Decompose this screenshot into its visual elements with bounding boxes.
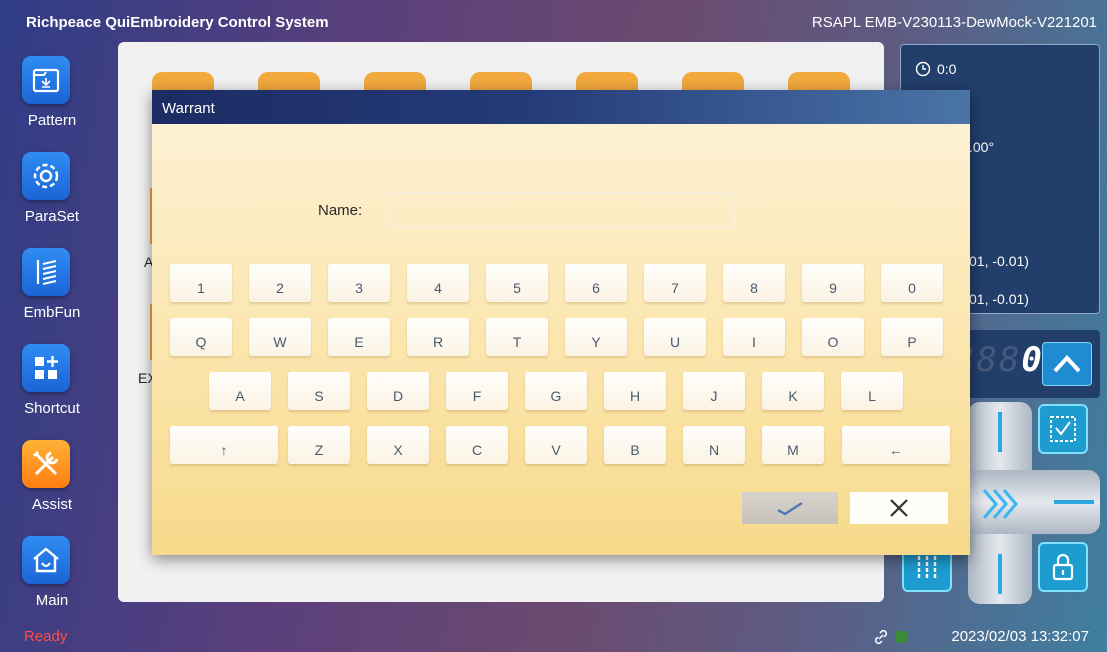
key-s[interactable]: S bbox=[288, 372, 350, 410]
coordinate-value: 01, -0.01) bbox=[969, 253, 1029, 269]
key-i[interactable]: I bbox=[723, 318, 785, 356]
jog-up-button[interactable] bbox=[998, 412, 1002, 452]
key-f[interactable]: F bbox=[446, 372, 508, 410]
key-l[interactable]: L bbox=[841, 372, 903, 410]
fast-forward-icon[interactable] bbox=[980, 484, 1020, 532]
status-bar: Ready 2023/02/03 13:32:07 bbox=[0, 620, 1107, 652]
warrant-dialog: Warrant Name: 1234567890 QWERTYUIOP ASDFGH… bbox=[152, 90, 970, 555]
sidebar-item-embfun[interactable]: EmbFun bbox=[16, 240, 88, 330]
key-backspace[interactable]: ← bbox=[842, 426, 950, 464]
angle-value: .00° bbox=[969, 139, 995, 155]
sidebar-item-label: Assist bbox=[31, 496, 72, 513]
home-icon bbox=[22, 536, 70, 584]
key-x[interactable]: X bbox=[367, 426, 429, 464]
key-8[interactable]: 8 bbox=[723, 264, 785, 302]
dialog-title: Warrant bbox=[152, 90, 970, 124]
key-9[interactable]: 9 bbox=[802, 264, 864, 302]
lock-button[interactable] bbox=[1038, 542, 1088, 592]
sidebar-item-main[interactable]: Main bbox=[16, 528, 88, 618]
timer-value: 0:0 bbox=[937, 61, 957, 77]
key-v[interactable]: V bbox=[525, 426, 587, 464]
sidebar-item-label: EmbFun bbox=[23, 304, 81, 321]
connection-status-icon bbox=[895, 631, 907, 643]
link-icon bbox=[874, 629, 888, 645]
key-p[interactable]: P bbox=[881, 318, 943, 356]
key-0[interactable]: 0 bbox=[881, 264, 943, 302]
key-h[interactable]: H bbox=[604, 372, 666, 410]
app-title: Richpeace QuiEmbroidery Control System bbox=[26, 14, 329, 31]
sidebar-item-label: Shortcut bbox=[24, 400, 80, 417]
shortcut-grid-icon bbox=[22, 344, 70, 392]
key-z[interactable]: Z bbox=[288, 426, 350, 464]
frame-trace-button[interactable] bbox=[1038, 404, 1088, 454]
gear-icon bbox=[22, 152, 70, 200]
key-d[interactable]: D bbox=[367, 372, 429, 410]
key-c[interactable]: C bbox=[446, 426, 508, 464]
key-n[interactable]: N bbox=[683, 426, 745, 464]
version-label: RSAPL EMB-V230113-DewMock-V221201 bbox=[811, 14, 1097, 31]
confirm-button[interactable] bbox=[742, 492, 838, 524]
chevron-up-icon bbox=[1053, 355, 1081, 373]
key-u[interactable]: U bbox=[644, 318, 706, 356]
coordinate-value: 01, -0.01) bbox=[969, 291, 1029, 307]
lock-icon bbox=[1052, 553, 1074, 581]
title-bar: Richpeace QuiEmbroidery Control System R… bbox=[0, 0, 1107, 46]
dialog-body: Name: 1 2 3 4 5 6 7 8 9 0 Q W E R T Y U I O P A S D F G H J K L ↑ Z X C V… bbox=[152, 124, 970, 555]
key-4[interactable]: 4 bbox=[407, 264, 469, 302]
sidebar-item-shortcut[interactable]: Shortcut bbox=[16, 336, 88, 426]
key-6[interactable]: 6 bbox=[565, 264, 627, 302]
sidebar-item-pattern[interactable]: Pattern bbox=[16, 48, 88, 138]
key-q[interactable]: Q bbox=[170, 318, 232, 356]
key-y[interactable]: Y bbox=[565, 318, 627, 356]
needle-icon bbox=[917, 556, 937, 578]
name-label: Name: bbox=[318, 202, 363, 219]
key-g[interactable]: G bbox=[525, 372, 587, 410]
close-icon bbox=[890, 499, 908, 517]
key-shift[interactable]: ↑ bbox=[170, 426, 278, 464]
name-input[interactable] bbox=[388, 192, 736, 228]
datetime: 2023/02/03 13:32:07 bbox=[951, 628, 1089, 645]
counter-value: 0 bbox=[1021, 340, 1044, 380]
key-w[interactable]: W bbox=[249, 318, 311, 356]
sidebar-item-label: Main bbox=[35, 592, 69, 609]
key-o[interactable]: O bbox=[802, 318, 864, 356]
cancel-button[interactable] bbox=[850, 492, 948, 524]
key-7[interactable]: 7 bbox=[644, 264, 706, 302]
increment-button[interactable] bbox=[1042, 342, 1092, 386]
key-j[interactable]: J bbox=[683, 372, 745, 410]
key-1[interactable]: 1 bbox=[170, 264, 232, 302]
pattern-icon bbox=[22, 56, 70, 104]
key-3[interactable]: 3 bbox=[328, 264, 390, 302]
key-5[interactable]: 5 bbox=[486, 264, 548, 302]
key-m[interactable]: M bbox=[762, 426, 824, 464]
key-a[interactable]: A bbox=[209, 372, 271, 410]
sidebar-item-label: Pattern bbox=[27, 112, 77, 129]
key-e[interactable]: E bbox=[328, 318, 390, 356]
status-text: Ready bbox=[24, 628, 68, 645]
key-t[interactable]: T bbox=[486, 318, 548, 356]
clock-icon bbox=[915, 61, 931, 77]
sidebar-item-assist[interactable]: Assist bbox=[16, 432, 88, 522]
jog-down-button[interactable] bbox=[998, 554, 1002, 594]
embroidery-function-icon bbox=[22, 248, 70, 296]
check-icon bbox=[777, 501, 803, 516]
jog-right-button[interactable] bbox=[1054, 500, 1094, 504]
key-k[interactable]: K bbox=[762, 372, 824, 410]
key-2[interactable]: 2 bbox=[249, 264, 311, 302]
key-b[interactable]: B bbox=[604, 426, 666, 464]
key-r[interactable]: R bbox=[407, 318, 469, 356]
frame-icon bbox=[1050, 416, 1076, 442]
tools-icon bbox=[22, 440, 70, 488]
sidebar-item-paraset[interactable]: ParaSet bbox=[16, 144, 88, 234]
sidebar-item-label: ParaSet bbox=[24, 208, 80, 225]
